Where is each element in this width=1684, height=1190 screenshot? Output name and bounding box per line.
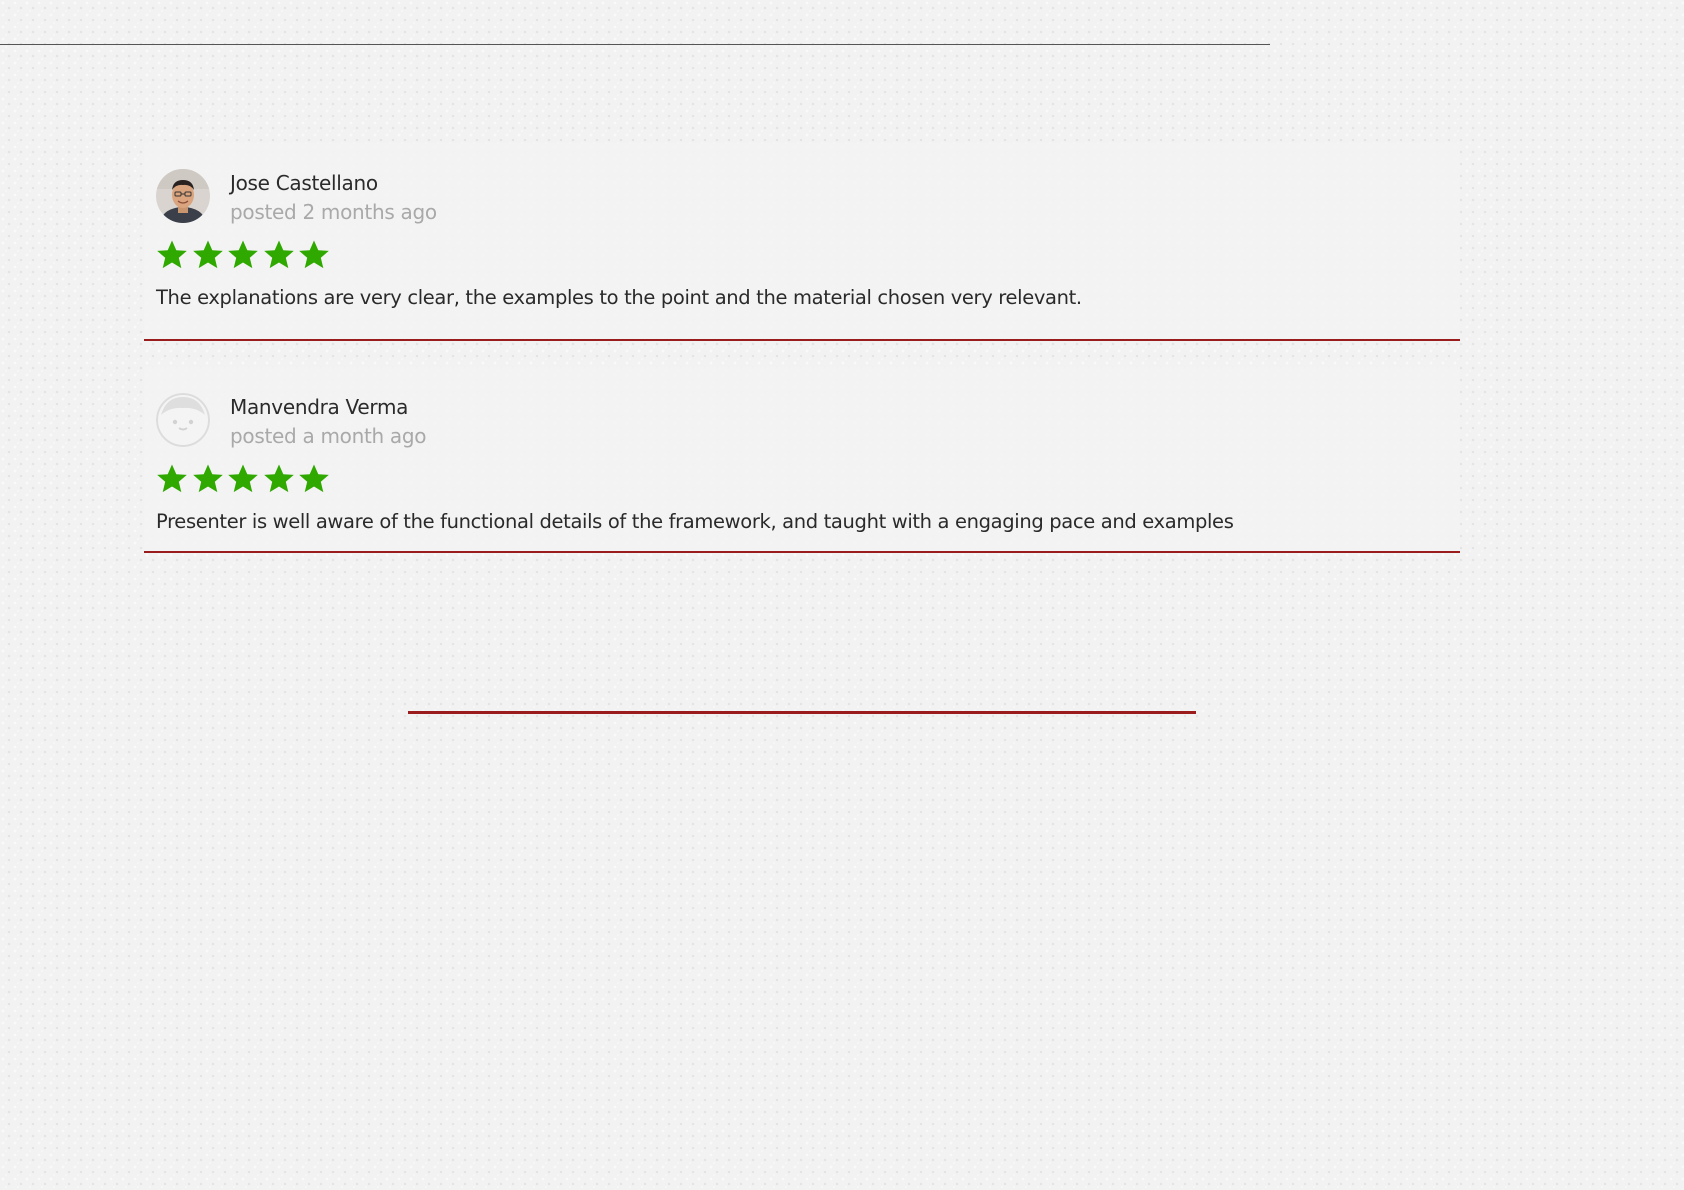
reviewer-name[interactable]: Manvendra Verma (230, 393, 426, 421)
review-card: Manvendra Verma posted a month ago Prese… (144, 367, 1460, 553)
star-icon (263, 239, 295, 271)
star-rating (156, 239, 1448, 271)
star-icon (263, 463, 295, 495)
posted-time: posted a month ago (230, 424, 427, 448)
top-divider (0, 44, 1270, 45)
star-icon (227, 239, 259, 271)
posted-time: posted 2 months ago (230, 200, 437, 224)
star-icon (192, 239, 224, 271)
star-icon (192, 463, 224, 495)
star-icon (298, 463, 330, 495)
review-comment: Presenter is well aware of the functiona… (156, 510, 1234, 533)
star-icon (156, 239, 188, 271)
reviewer-header: Manvendra Verma posted a month ago (156, 393, 1448, 449)
reviewer-name[interactable]: Jose Castellano (230, 169, 437, 197)
star-icon (298, 239, 330, 271)
star-rating (156, 463, 1448, 495)
reviewer-header: Jose Castellano posted 2 months ago (156, 169, 1448, 225)
user-photo-icon[interactable] (156, 169, 210, 223)
review-card: Jose Castellano posted 2 months ago The … (144, 143, 1460, 341)
review-list: Jose Castellano posted 2 months ago The … (144, 143, 1460, 553)
section-divider (408, 711, 1196, 714)
review-comment: The explanations are very clear, the exa… (156, 286, 1082, 309)
star-icon (156, 463, 188, 495)
star-icon (227, 463, 259, 495)
default-avatar-icon[interactable] (156, 393, 210, 447)
